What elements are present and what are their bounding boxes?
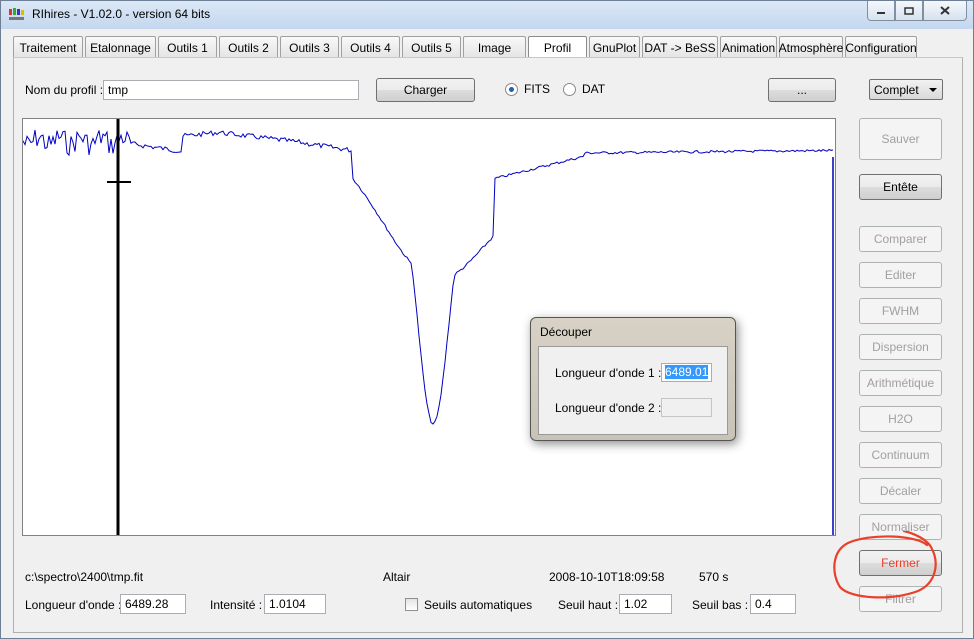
tab-outils-4[interactable]: Outils 4 (341, 36, 400, 58)
dat-radio[interactable] (563, 83, 576, 96)
high-threshold-label: Seuil haut : (558, 598, 619, 612)
mode-select[interactable]: Complet (869, 79, 943, 100)
fermer-button[interactable]: Fermer (859, 550, 942, 576)
sauver-button[interactable]: Sauver (859, 118, 942, 160)
window-title: RIhires - V1.02.0 - version 64 bits (32, 7, 211, 21)
tab-outils-3[interactable]: Outils 3 (280, 36, 339, 58)
observation-date: 2008-10-10T18:09:58 (549, 570, 665, 584)
decaler-button[interactable]: Décaler (859, 478, 942, 504)
low-threshold-label: Seuil bas : (692, 598, 749, 612)
load-button[interactable]: Charger (376, 78, 475, 102)
wavelength-label: Longueur d'onde : (25, 598, 122, 612)
exposure-time: 570 s (699, 570, 729, 584)
normaliser-button[interactable]: Normaliser (859, 514, 942, 540)
mode-select-value: Complet (874, 83, 919, 97)
wavelength-1-input[interactable]: 6489.01 (661, 363, 712, 382)
browse-button[interactable]: ... (768, 78, 836, 102)
minimize-button[interactable] (867, 1, 895, 21)
maximize-button[interactable] (895, 1, 923, 21)
tab-atmosph-re[interactable]: Atmosphère (779, 36, 843, 58)
wavelength-1-value: 6489.01 (665, 365, 709, 379)
profile-name-input[interactable]: tmp (103, 80, 359, 100)
wavelength-1-label: Longueur d'onde 1 : (555, 366, 662, 380)
object-name: Altair (383, 570, 411, 584)
tab-profil[interactable]: Profil (528, 36, 587, 58)
arithmetique-button[interactable]: Arithmétique (859, 370, 942, 396)
tab-etalonnage[interactable]: Etalonnage (85, 36, 156, 58)
high-threshold-input[interactable]: 1.02 (619, 594, 672, 614)
tab-outils-5[interactable]: Outils 5 (402, 36, 461, 58)
title-bar[interactable]: RIhires - V1.02.0 - version 64 bits (1, 1, 973, 29)
fwhm-button[interactable]: FWHM (859, 298, 942, 324)
filtrer-button[interactable]: Filtrer (859, 586, 942, 612)
auto-threshold-checkbox[interactable] (405, 598, 418, 611)
tab-strip: Traitement Etalonnage Outils 1 Outils 2 Outi… (13, 36, 919, 58)
tab-configuration[interactable]: Configuration (845, 36, 917, 58)
entete-button[interactable]: Entête (859, 174, 942, 200)
wavelength-2-label: Longueur d'onde 2 : (555, 401, 662, 415)
tab-dat-bess[interactable]: DAT -> BeSS (642, 36, 718, 58)
file-path: c:\spectro\2400\tmp.fit (25, 570, 144, 584)
tab-traitement[interactable]: Traitement (13, 36, 83, 58)
fits-radio-label: FITS (524, 82, 550, 96)
maximize-icon (904, 6, 914, 15)
comparer-button[interactable]: Comparer (859, 226, 942, 252)
tab-outils-2[interactable]: Outils 2 (219, 36, 278, 58)
minimize-icon (877, 11, 885, 14)
cut-dialog: Découper Longueur d'onde 1 : 6489.01 Lon… (530, 317, 736, 441)
tab-gnuplot[interactable]: GnuPlot (589, 36, 640, 58)
app-logo-icon (9, 8, 24, 20)
intensity-value: 1.0104 (264, 594, 326, 614)
dialog-title: Découper (540, 325, 593, 339)
h2o-button[interactable]: H2O (859, 406, 942, 432)
close-button[interactable] (923, 1, 967, 21)
intensity-label: Intensité : (210, 598, 263, 612)
fits-radio[interactable] (505, 83, 518, 96)
wavelength-2-input[interactable] (661, 398, 712, 417)
close-icon (940, 6, 950, 15)
dispersion-button[interactable]: Dispersion (859, 334, 942, 360)
low-threshold-input[interactable]: 0.4 (750, 594, 796, 614)
dat-radio-label: DAT (582, 82, 606, 96)
wavelength-value: 6489.28 (120, 594, 186, 614)
editer-button[interactable]: Editer (859, 262, 942, 288)
tab-image[interactable]: Image (463, 36, 526, 58)
tab-outils-1[interactable]: Outils 1 (158, 36, 217, 58)
auto-threshold-label: Seuils automatiques (424, 598, 533, 612)
chevron-down-icon (929, 88, 937, 92)
tab-animation[interactable]: Animation (720, 36, 777, 58)
continuum-button[interactable]: Continuum (859, 442, 942, 468)
dialog-body: Longueur d'onde 1 : 6489.01 Longueur d'o… (538, 346, 728, 435)
app-window: RIhires - V1.02.0 - version 64 bits Trai… (0, 0, 974, 639)
profile-name-label: Nom du profil : (25, 83, 104, 97)
